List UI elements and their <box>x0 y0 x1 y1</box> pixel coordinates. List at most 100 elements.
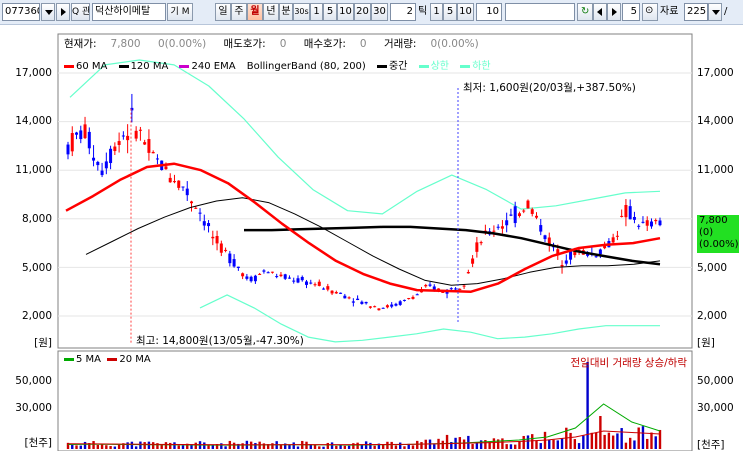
tab-tick-5[interactable]: 5 <box>443 3 457 21</box>
legend-middle[interactable]: 중간 <box>377 61 407 72</box>
settings-button[interactable]: ⊙ <box>642 3 658 21</box>
current-price-box: 7,800 (0) (0.00%) <box>697 215 739 253</box>
zoom-field[interactable]: 5 <box>622 3 640 21</box>
candle-body <box>181 186 185 188</box>
candle-body <box>390 304 394 307</box>
candle-body <box>151 151 155 154</box>
legend-swatch <box>377 64 388 68</box>
candle-body <box>317 281 321 286</box>
candle-body <box>198 212 202 214</box>
volume-bar <box>650 432 653 449</box>
candle-body <box>155 158 159 160</box>
tab-year[interactable]: 년 <box>263 3 279 21</box>
right-axis-unit: [원] <box>697 337 715 349</box>
chevron-down-icon <box>45 10 53 15</box>
tick-count-field[interactable]: 2 <box>390 3 416 21</box>
legend-60ma[interactable]: 60 MA <box>64 61 107 72</box>
code-dropdown-button[interactable] <box>41 3 55 21</box>
candle-body <box>534 215 538 218</box>
date-field[interactable] <box>505 3 575 21</box>
tab-1min[interactable]: 1 <box>310 3 323 21</box>
candle-body <box>283 274 287 279</box>
volume-bar <box>539 443 542 449</box>
legend-120ma[interactable]: 120 MA <box>118 61 168 72</box>
legend-240ema[interactable]: 240 EMA <box>179 61 236 72</box>
left-axis-tick: 2,000 <box>21 310 52 322</box>
candle-body <box>407 298 411 300</box>
refresh-button[interactable]: ↻ <box>577 3 593 21</box>
candle-body <box>190 201 194 204</box>
gm-button[interactable]: 기 M <box>167 3 193 21</box>
tab-day[interactable]: 일 <box>215 3 231 21</box>
volume-note: 전일대비 거래량 상승/하락 <box>570 357 687 369</box>
tab-tick-1[interactable]: 1 <box>430 3 443 21</box>
candle-body <box>594 256 598 258</box>
price-change: 0(0.00%) <box>157 38 207 50</box>
candle-body <box>492 230 496 232</box>
volume-bar <box>220 443 223 449</box>
volume-bar <box>492 438 496 449</box>
left-axis-tick: 14,000 <box>15 115 52 127</box>
stock-code-field[interactable]: 077360 <box>2 3 40 21</box>
tab-10min[interactable]: 10 <box>337 3 354 21</box>
candle-body <box>232 259 236 267</box>
volume-bar <box>313 444 317 449</box>
legend-swatch <box>64 357 74 361</box>
candle-body <box>449 288 453 290</box>
volume-bar <box>92 441 95 449</box>
volume-bar <box>535 440 538 449</box>
volume-bar <box>399 442 402 449</box>
bid-value: 0 <box>359 38 367 50</box>
volume-bar <box>224 446 227 449</box>
legend-bollinger[interactable]: BollingerBand (80, 200) <box>247 61 366 72</box>
tab-30s[interactable]: 30s <box>293 3 310 21</box>
volume-bar <box>531 434 534 449</box>
tab-5min[interactable]: 5 <box>323 3 337 21</box>
volume-bar <box>582 435 585 449</box>
volume-bar <box>177 445 180 449</box>
tab-tick-10[interactable]: 10 <box>457 3 474 21</box>
volume-bar <box>620 428 623 449</box>
candle-body <box>253 275 257 282</box>
volume-axis-tick-right: 50,000 <box>697 375 734 387</box>
tick-input-field[interactable]: 10 <box>476 3 502 21</box>
legend-swatch <box>107 357 118 361</box>
candle-body <box>326 286 330 290</box>
volume-bar <box>611 435 615 449</box>
search-button[interactable]: Q 관 <box>71 3 90 21</box>
count-field[interactable]: 225 <box>684 3 708 21</box>
scroll-right-button[interactable] <box>607 3 621 21</box>
ask-label: 매도호가: <box>223 38 266 50</box>
legend-upper[interactable]: 상한 <box>418 61 449 72</box>
legend-label: 중간 <box>389 61 408 72</box>
volume-bar <box>143 442 146 449</box>
tab-week[interactable]: 주 <box>231 3 247 21</box>
tab-20min[interactable]: 20 <box>354 3 371 21</box>
volume-bar <box>552 439 555 449</box>
volume-bar <box>139 441 142 449</box>
legend-20ma[interactable]: 20 MA <box>107 354 151 365</box>
legend-5ma[interactable]: 5 MA <box>64 354 101 365</box>
candle-body <box>649 221 653 227</box>
volume-bar <box>356 442 359 449</box>
candle-body <box>424 284 428 287</box>
quote-info-line: 현재가: 7,800 0(0.00%) 매도호가: 0 매수호가: 0 거래량: 0(0… <box>64 36 493 51</box>
candle-body <box>628 206 632 220</box>
volume-bar <box>394 445 398 449</box>
legend-lower[interactable]: 하한 <box>460 61 491 72</box>
candle-body <box>411 296 415 299</box>
next-stock-button[interactable] <box>56 3 70 21</box>
candle-body <box>138 129 142 131</box>
candle-body <box>113 146 117 152</box>
chart-toolbar: 077360 Q 관 덕산하이메탈 기 M 일 주 월 년 분 30s 1 5 … <box>0 0 743 25</box>
chart-area[interactable]: 현재가: 7,800 0(0.00%) 매도호가: 0 매수호가: 0 거래량: 0(0… <box>0 25 743 451</box>
candle-body <box>496 226 500 228</box>
scroll-left-button[interactable] <box>593 3 607 21</box>
tab-month[interactable]: 월 <box>247 3 263 21</box>
tab-30min[interactable]: 30 <box>371 3 388 21</box>
volume-bar <box>475 442 479 449</box>
stock-name-field[interactable]: 덕산하이메탈 <box>92 3 166 21</box>
volume-bar <box>164 442 168 449</box>
tab-minute[interactable]: 분 <box>279 3 293 21</box>
count-dropdown-button[interactable] <box>708 3 722 21</box>
